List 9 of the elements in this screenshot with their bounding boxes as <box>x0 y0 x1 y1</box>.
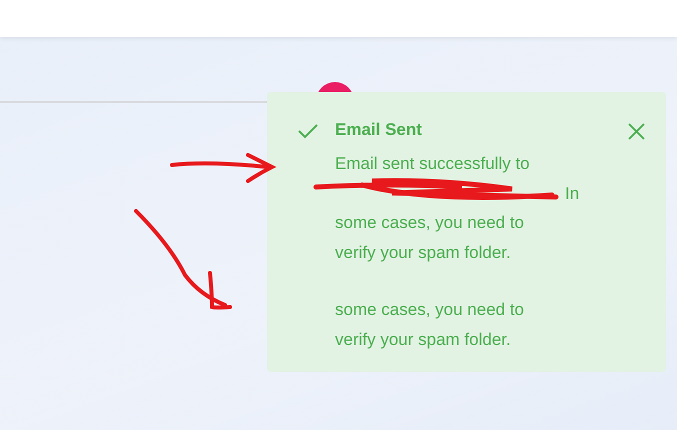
close-button[interactable] <box>626 121 646 141</box>
toast-message: verify your spam folder. <box>335 328 512 350</box>
toast-message: In <box>565 182 580 204</box>
toast-message: verify your spam folder. <box>335 242 512 264</box>
toast-title: Email Sent <box>335 119 423 141</box>
toast-message: some cases, you need to <box>335 212 526 234</box>
toast-message: some cases, you need to <box>335 299 526 321</box>
checkmark-icon <box>298 123 318 139</box>
toast-message: Email sent successfully to <box>335 153 531 175</box>
